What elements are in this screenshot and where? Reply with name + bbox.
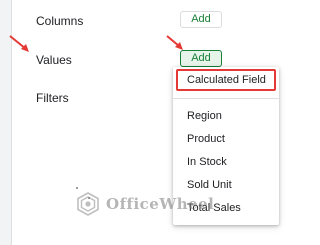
columns-add-button[interactable]: Add <box>180 11 222 28</box>
menu-item-in-stock[interactable]: In Stock <box>187 156 227 168</box>
annotation-arrow-icon <box>9 35 29 52</box>
section-label-filters: Filters <box>36 91 69 105</box>
menu-item-calculated-field[interactable]: Calculated Field <box>176 69 276 91</box>
watermark-text: OfficeWheel <box>106 195 215 213</box>
menu-item-region[interactable]: Region <box>187 110 222 122</box>
menu-divider <box>173 98 279 99</box>
watermark: OfficeWheel <box>76 192 214 216</box>
section-label-values: Values <box>36 53 72 67</box>
menu-item-product[interactable]: Product <box>187 133 225 145</box>
watermark-logo-icon <box>77 192 99 216</box>
values-add-button[interactable]: Add <box>180 50 222 67</box>
section-label-columns: Columns <box>36 14 84 28</box>
menu-item-sold-unit[interactable]: Sold Unit <box>187 179 232 191</box>
decorative-dot <box>76 187 78 189</box>
